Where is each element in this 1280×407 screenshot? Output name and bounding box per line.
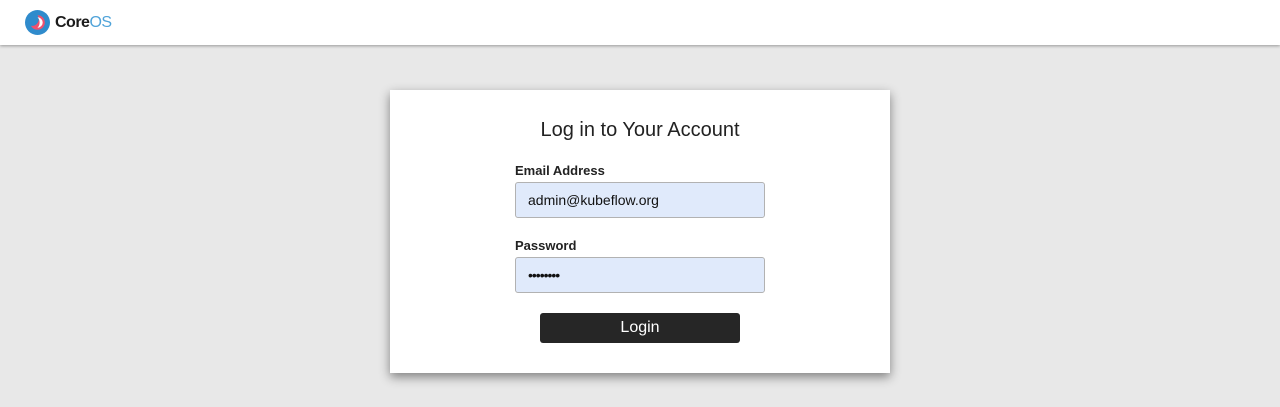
coreos-logo[interactable]: CoreOS	[25, 10, 112, 35]
top-bar: CoreOS	[0, 0, 1280, 45]
email-label: Email Address	[515, 163, 605, 178]
login-card: Log in to Your Account Email Address Pas…	[390, 90, 890, 373]
password-label: Password	[515, 238, 577, 253]
coreos-logo-icon	[25, 10, 50, 35]
email-field[interactable]	[515, 182, 765, 218]
password-field[interactable]	[515, 257, 765, 293]
login-title: Log in to Your Account	[540, 119, 740, 141]
login-button[interactable]: Login	[540, 313, 740, 343]
coreos-logo-text: CoreOS	[55, 13, 112, 31]
